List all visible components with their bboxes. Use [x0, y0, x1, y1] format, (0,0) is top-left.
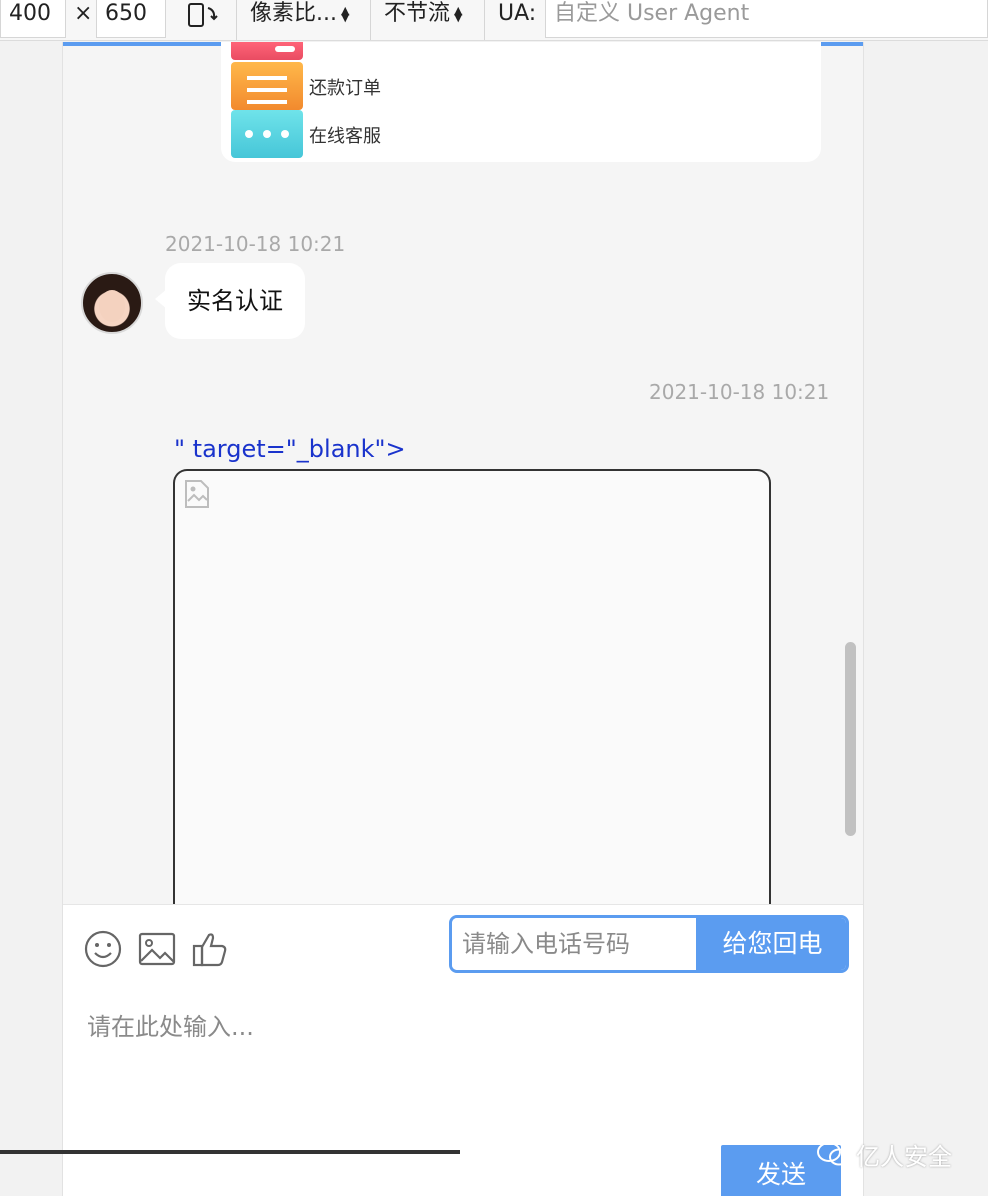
phone-number-input[interactable] [452, 918, 696, 970]
rotate-device-icon[interactable] [186, 2, 220, 38]
viewport-height-input[interactable]: 650 [96, 0, 166, 38]
viewport-height-value: 650 [105, 1, 147, 26]
pixel-ratio-dropdown[interactable]: 像素比... ▲ ▼ [250, 0, 349, 28]
viewport-width-value: 400 [9, 1, 51, 26]
callback-button[interactable]: 给您回电 [696, 918, 846, 970]
image-icon[interactable] [137, 929, 177, 969]
chat-dots-icon [231, 110, 303, 158]
viewport-width-input[interactable]: 400 [0, 0, 66, 38]
wechat-icon [817, 1142, 849, 1166]
devtools-toolbar: 400 × 650 像素比... ▲ ▼ 不节流 ▲ ▼ UA: 自定义 User Ag… [0, 0, 988, 41]
menu-icon-partial [231, 42, 303, 60]
dropdown-arrows-icon: ▲ ▼ [340, 4, 350, 24]
agent-avatar [81, 272, 143, 334]
avatar-face [99, 290, 125, 322]
thumbs-up-icon[interactable] [191, 929, 231, 969]
menu-item-label: 还款订单 [309, 78, 381, 99]
emoji-icon[interactable] [83, 929, 123, 969]
callback-group: 给您回电 [449, 915, 849, 973]
incoming-message-bubble: 实名认证 [155, 263, 305, 339]
ua-label: UA: [498, 1, 537, 26]
message-input[interactable] [85, 1005, 829, 1129]
menu-item-label: 在线客服 [309, 126, 381, 147]
device-viewport: 还款订单 在线客服 2021-10-18 10:21 实名认证 2021-10-… [62, 42, 864, 1196]
throttle-dropdown[interactable]: 不节流 ▲ ▼ [384, 0, 462, 28]
watermark: 亿人安全 [816, 1136, 952, 1172]
dimension-separator: × [74, 1, 93, 26]
broken-image-icon [185, 480, 209, 508]
ua-placeholder: 自定义 User Agent [554, 1, 750, 26]
message-timestamp: 2021-10-18 10:21 [165, 232, 346, 256]
throttle-label: 不节流 [384, 1, 451, 26]
list-icon [231, 62, 303, 110]
service-menu-card: 还款订单 在线客服 [221, 42, 821, 162]
bottom-edge-line [0, 1150, 460, 1154]
outgoing-message-link[interactable]: " target="_blank"> [174, 435, 406, 463]
watermark-text: 亿人安全 [856, 1142, 952, 1171]
scrollbar-thumb[interactable] [845, 642, 856, 836]
message-timestamp: 2021-10-18 10:21 [649, 380, 830, 404]
dropdown-arrows-icon: ▲ ▼ [454, 4, 463, 24]
user-agent-input[interactable]: 自定义 User Agent [545, 0, 988, 38]
pixel-ratio-label: 像素比... [250, 1, 337, 26]
